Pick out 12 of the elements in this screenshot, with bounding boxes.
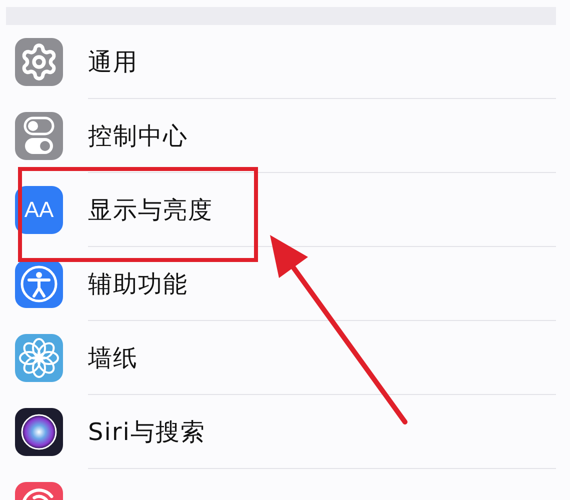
text-size-icon: AA <box>15 186 63 234</box>
gear-icon <box>15 38 63 86</box>
orb-icon <box>15 408 63 456</box>
accessibility-icon <box>15 260 63 308</box>
setting-label[interactable]: 显示与亮度 <box>88 194 213 226</box>
setting-label[interactable]: 控制中心 <box>88 120 188 152</box>
setting-label[interactable]: Siri与搜索 <box>88 416 206 448</box>
setting-label[interactable]: 辅助功能 <box>88 268 188 300</box>
toggle-switches-icon <box>15 112 63 160</box>
flower-icon <box>15 334 63 382</box>
setting-label[interactable]: 墙纸 <box>88 342 138 374</box>
setting-label[interactable]: 通用 <box>88 46 138 78</box>
